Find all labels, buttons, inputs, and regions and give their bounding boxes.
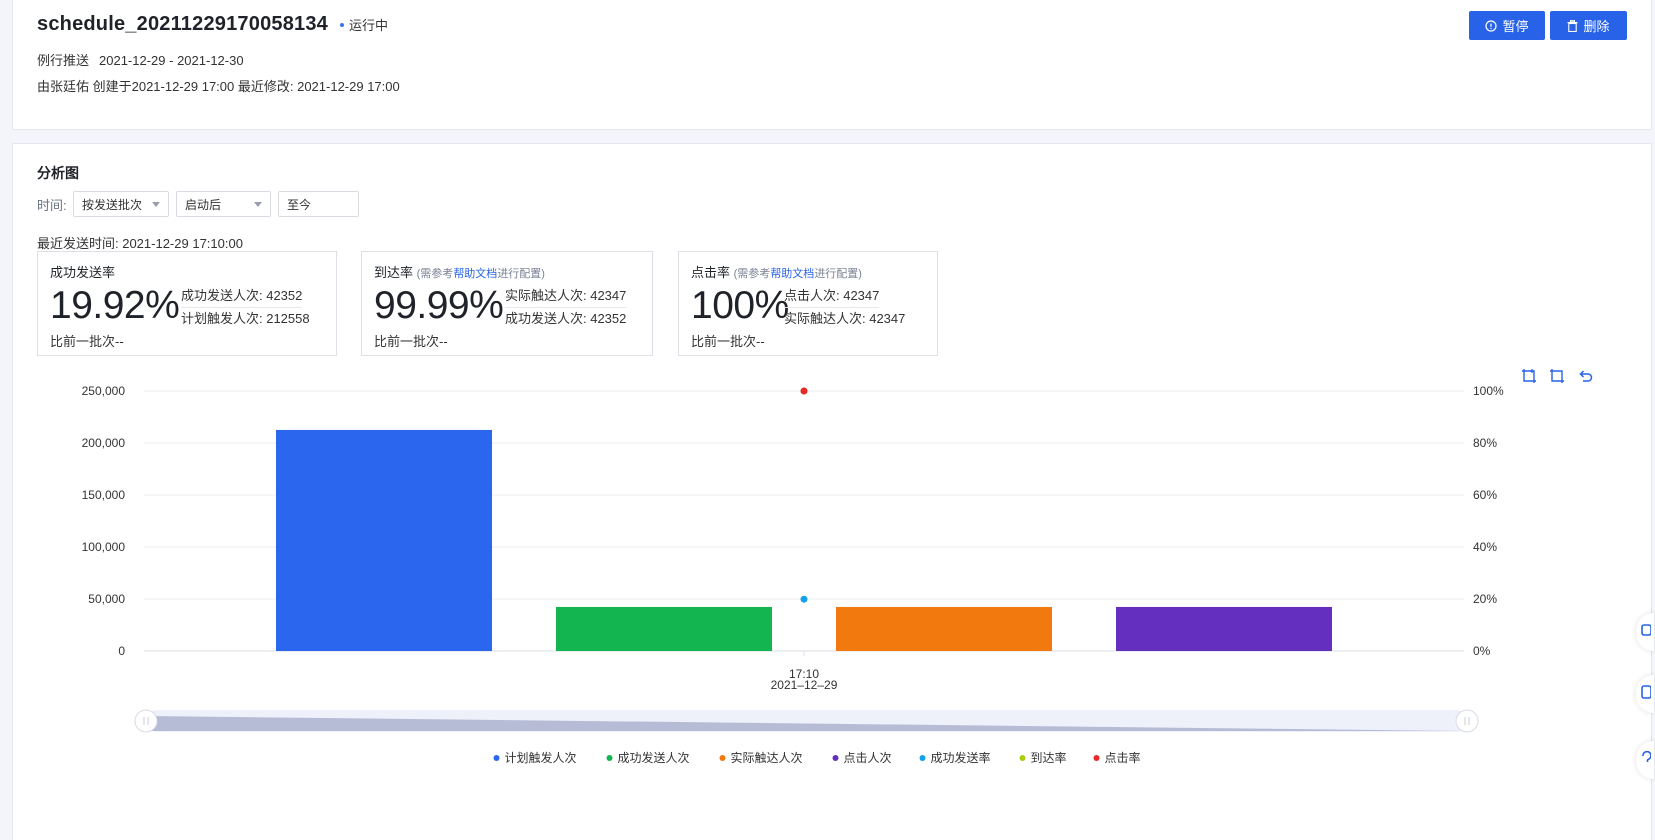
y-right-tick-label: 20% (1473, 592, 1497, 606)
y-left-tick-label: 100,000 (82, 540, 126, 554)
pause-label: 暂停 (1502, 19, 1529, 34)
metric-detail-1: 实际触达人次: 42347 (505, 285, 627, 308)
metric-card-send-rate: 成功发送率 19.92% 成功发送人次: 42352 计划触发人次: 21255… (37, 251, 337, 356)
time-filter-label: 时间: (37, 198, 67, 213)
metric-title: 成功发送率 (50, 262, 115, 281)
y-right-tick-label: 0% (1473, 644, 1491, 658)
metric-title-text: 成功发送率 (50, 265, 116, 280)
help-doc-link[interactable]: 帮助文档 (770, 268, 814, 280)
y-left-tick-label: 200,000 (82, 436, 126, 450)
legend-marker (919, 755, 926, 761)
status-text: 运行中 (349, 18, 389, 33)
trash-icon (1567, 19, 1578, 32)
metric-hint: (需参考帮助文档进行配置) (734, 268, 862, 280)
line-point (800, 387, 808, 395)
document-icon (1641, 684, 1652, 704)
task-header-card: schedule_20211229170058134 运行中 例行推送 2021-… (12, 0, 1652, 130)
line-point (800, 595, 808, 603)
push-schedule-line: 例行推送 2021-12-29 - 2021-12-30 (37, 50, 244, 69)
hint-suffix: 进行配置) (814, 268, 862, 280)
bar (556, 606, 772, 651)
metric-compare: 比前一批次-- (374, 334, 448, 349)
metric-detail-1: 点击人次: 42347 (784, 285, 880, 308)
metric-compare: 比前一批次-- (50, 334, 124, 349)
help-icon (1641, 750, 1652, 770)
push-type: 例行推送 (37, 53, 90, 68)
section-title: 分析图 (37, 165, 79, 181)
legend-marker (832, 755, 839, 761)
legend-label[interactable]: 到达率 (1031, 750, 1067, 765)
legend-marker (493, 755, 500, 761)
y-left-tick-label: 0 (118, 644, 125, 658)
analysis-card: 分析图 时间: 按发送批次 启动后 至今 最近发送时间: 2021-12-29 … (12, 143, 1654, 840)
metric-title-text: 到达率 (374, 265, 414, 280)
metric-detail-1: 成功发送人次: 42352 (181, 285, 303, 308)
bar (276, 429, 492, 651)
delete-button[interactable]: 删除 (1550, 11, 1627, 40)
start-range-value: 启动后 (185, 197, 222, 212)
help-doc-link[interactable]: 帮助文档 (453, 268, 497, 280)
metric-value: 100% (691, 284, 789, 327)
date-range: 2021-12-29 - 2021-12-30 (99, 53, 244, 68)
status-dot-icon (340, 22, 345, 27)
y-right-tick-label: 60% (1473, 488, 1497, 502)
legend-label[interactable]: 成功发送人次 (618, 750, 690, 765)
legend-label[interactable]: 成功发送率 (931, 750, 991, 765)
legend-label[interactable]: 实际触达人次 (731, 750, 803, 765)
metric-title: 到达率 (需参考帮助文档进行配置) (374, 262, 545, 281)
pause-button[interactable]: 暂停 (1469, 11, 1545, 40)
metric-compare: 比前一批次-- (691, 334, 765, 349)
bar (836, 606, 1052, 651)
calendar-icon (1641, 623, 1652, 642)
y-right-tick-label: 40% (1473, 540, 1497, 554)
end-range-value: 至今 (287, 197, 312, 212)
metric-value: 19.92% (50, 284, 180, 327)
legend-marker (1093, 755, 1100, 761)
y-left-tick-label: 150,000 (82, 488, 126, 502)
bar (1116, 606, 1332, 651)
batch-mode-select[interactable]: 按发送批次 (73, 191, 169, 217)
legend-marker (1019, 755, 1026, 761)
end-range-select[interactable]: 至今 (278, 191, 359, 217)
hint-prefix: (需参考 (416, 268, 454, 280)
x-tick-label-date: 2021–12–29 (771, 678, 838, 692)
metric-detail-2: 计划触发人次: 212558 (181, 311, 310, 326)
legend-marker (719, 755, 726, 761)
chart: 250,000 100% 200,000 80% 150,000 60% 100,000 40… (82, 384, 1504, 765)
y-left-tick-label: 50,000 (88, 592, 125, 606)
hint-prefix: (需参考 (733, 268, 771, 280)
legend-marker (606, 755, 613, 761)
task-title: schedule_20211229170058134 (37, 13, 329, 35)
start-range-select[interactable]: 启动后 (176, 191, 271, 217)
metric-value: 99.99% (374, 284, 504, 327)
creator-line: 由张廷佑 创建于2021-12-29 17:00 最近修改: 2021-12-2… (37, 79, 400, 94)
delete-label: 删除 (1583, 19, 1610, 34)
batch-mode-value: 按发送批次 (82, 197, 143, 212)
legend-label[interactable]: 点击人次 (844, 751, 892, 765)
metric-title: 点击率 (需参考帮助文档进行配置) (691, 262, 862, 281)
chevron-down-icon (254, 202, 262, 207)
y-right-tick-label: 80% (1473, 436, 1497, 450)
legend-label[interactable]: 点击率 (1105, 750, 1141, 765)
legend-label[interactable]: 计划触发人次 (505, 750, 577, 765)
hint-suffix: 进行配置) (497, 268, 545, 280)
y-left-tick-label: 250,000 (82, 384, 126, 398)
y-right-tick-label: 100% (1473, 384, 1504, 398)
pause-icon (1485, 19, 1498, 32)
chevron-down-icon (152, 202, 160, 207)
metric-detail-2: 实际触达人次: 42347 (784, 311, 906, 326)
last-send-time: 最近发送时间: 2021-12-29 17:10:00 (37, 236, 243, 251)
status-badge: 运行中 (340, 15, 388, 34)
data-zoom-handle[interactable] (134, 709, 158, 733)
title-row: schedule_20211229170058134 运行中 (37, 13, 388, 36)
metric-title-text: 点击率 (691, 265, 731, 280)
metric-card-arrival-rate: 到达率 (需参考帮助文档进行配置) 99.99% 实际触达人次: 42347 成… (361, 251, 653, 356)
metric-card-click-rate: 点击率 (需参考帮助文档进行配置) 100% 点击人次: 42347 实际触达人… (678, 251, 938, 356)
metric-hint: (需参考帮助文档进行配置) (417, 268, 545, 280)
data-zoom-handle[interactable] (1455, 709, 1479, 733)
metric-detail-2: 成功发送人次: 42352 (505, 311, 627, 326)
